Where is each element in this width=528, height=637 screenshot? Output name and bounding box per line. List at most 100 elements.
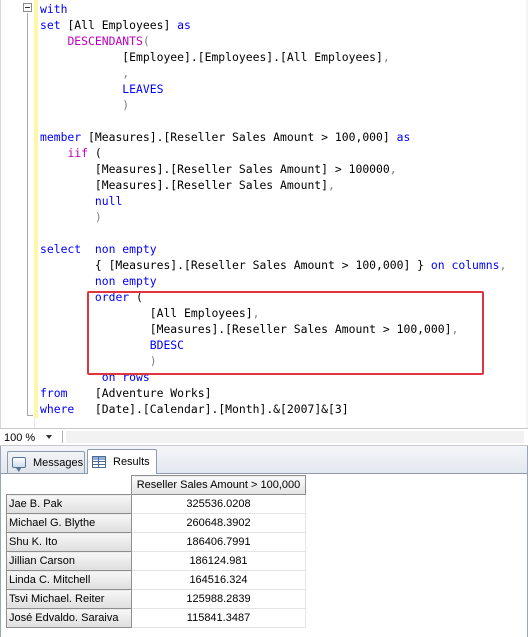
code-line: DESCENDANTS(	[40, 33, 506, 49]
code-keyword: as	[396, 130, 411, 144]
code-line: LEAVES	[40, 81, 506, 97]
table-row: Linda C. Mitchell 164516.324	[6, 570, 306, 590]
column-header[interactable]: Reseller Sales Amount > 100,000	[131, 475, 306, 495]
code-token: [Measures].[Reseller Sales Amount] > 100…	[40, 162, 390, 176]
table-row: Jillian Carson 186124.981	[6, 551, 306, 571]
code-token: [All Employees]	[67, 18, 178, 32]
results-grid: Reseller Sales Amount > 100,000 Jae B. P…	[6, 475, 306, 628]
grid-icon	[92, 455, 108, 469]
value-cell[interactable]: 164516.324	[131, 570, 306, 590]
query-text[interactable]: with set [All Employees] as DESCENDANTS( …	[40, 1, 506, 417]
code-token: (	[142, 34, 150, 48]
code-line: [Employee].[Employees].[All Employees],	[40, 49, 506, 65]
code-token: )	[122, 98, 130, 112]
editor-gutter	[1, 0, 35, 428]
value-cell[interactable]: 325536.0208	[131, 494, 306, 514]
code-token: [Adventure Works]	[94, 386, 212, 400]
code-token: ,	[328, 178, 335, 192]
code-line: [Measures].[Reseller Sales Amount],	[40, 177, 506, 193]
tab-messages[interactable]: Messages	[7, 451, 85, 473]
code-line: where [Date].[Calendar].[Month].&[2007]&…	[40, 401, 506, 417]
code-line: )	[40, 209, 506, 225]
code-function: iif	[67, 146, 89, 160]
value-cell[interactable]: 260648.3902	[131, 513, 306, 533]
code-line: on rows	[40, 369, 506, 385]
code-token: )	[149, 354, 157, 368]
code-token: [Measures].[Reseller Sales Amount]	[40, 178, 329, 192]
row-header[interactable]: Jae B. Pak	[6, 494, 132, 514]
horizontal-scrollbar[interactable]	[66, 431, 524, 443]
code-keyword: as	[177, 18, 191, 32]
tab-results[interactable]: Results	[87, 449, 157, 474]
code-keyword: non empty	[94, 274, 157, 288]
code-keyword: BDESC	[149, 338, 185, 352]
results-pane: Messages Results Reseller Sales Amount >…	[0, 446, 528, 637]
value-cell[interactable]: 115841.3487	[131, 608, 306, 628]
row-header[interactable]: Michael G. Blythe	[6, 513, 132, 533]
row-header[interactable]: José Edvaldo. Saraiva	[6, 608, 132, 628]
code-token: [Measures].[Reseller Sales Amount > 100,…	[88, 130, 397, 144]
chevron-down-icon[interactable]	[46, 435, 52, 439]
zoom-dropdown[interactable]: 100 %	[2, 430, 60, 445]
row-header[interactable]: Tsvi Michael. Reiter	[6, 589, 132, 609]
code-line: from [Adventure Works]	[40, 385, 506, 401]
tab-results-label: Results	[113, 456, 150, 468]
code-token: (	[129, 290, 143, 304]
code-token: ,	[451, 322, 459, 336]
row-header[interactable]: Jillian Carson	[6, 551, 132, 571]
code-token: [Measures].[Reseller Sales Amount > 100,…	[40, 322, 452, 336]
table-row: Jae B. Pak 325536.0208	[6, 494, 306, 514]
code-line: with	[40, 1, 506, 17]
code-keyword: set	[40, 18, 68, 32]
code-keyword: null	[94, 194, 123, 208]
collapse-toggle-icon[interactable]	[23, 3, 32, 12]
code-line: order (	[40, 289, 506, 305]
code-keyword: from	[40, 386, 95, 400]
code-token: (	[88, 146, 102, 160]
code-line: )	[40, 97, 506, 113]
code-keyword: with	[40, 2, 68, 16]
code-keyword: where	[40, 402, 95, 416]
code-line: { [Measures].[Reseller Sales Amount > 10…	[40, 257, 506, 273]
code-token: ,	[389, 162, 397, 176]
code-token: ,	[382, 50, 390, 64]
code-line: )	[40, 353, 506, 369]
change-tracking-bar	[34, 0, 38, 418]
code-token: [All Employees]	[40, 306, 253, 320]
row-header[interactable]: Linda C. Mitchell	[6, 570, 132, 590]
code-line: set [All Employees] as	[40, 17, 506, 33]
code-token: )	[94, 210, 102, 224]
code-token: ,	[499, 258, 507, 272]
code-keyword: select	[40, 242, 95, 256]
code-line: BDESC	[40, 337, 506, 353]
row-header[interactable]: Shu K. Ito	[6, 532, 132, 552]
code-keyword: member	[40, 130, 89, 144]
code-line: [All Employees],	[40, 305, 506, 321]
code-keyword: order	[94, 290, 130, 304]
editor-status-bar: 100 %	[0, 428, 528, 446]
code-line: null	[40, 193, 506, 209]
code-line: member [Measures].[Reseller Sales Amount…	[40, 129, 506, 145]
code-keyword: on rows	[101, 370, 150, 384]
table-row: Shu K. Ito 186406.7991	[6, 532, 306, 552]
code-function: DESCENDANTS	[67, 34, 143, 48]
value-cell[interactable]: 186406.7991	[131, 532, 306, 552]
code-line: ,	[40, 65, 506, 81]
tab-messages-label: Messages	[33, 456, 84, 469]
value-cell[interactable]: 186124.981	[131, 551, 306, 571]
value-cell[interactable]: 125988.2839	[131, 589, 306, 609]
query-editor[interactable]: with set [All Employees] as DESCENDANTS( …	[0, 0, 528, 428]
code-keyword: LEAVES	[122, 82, 164, 96]
grid-corner	[7, 476, 132, 495]
